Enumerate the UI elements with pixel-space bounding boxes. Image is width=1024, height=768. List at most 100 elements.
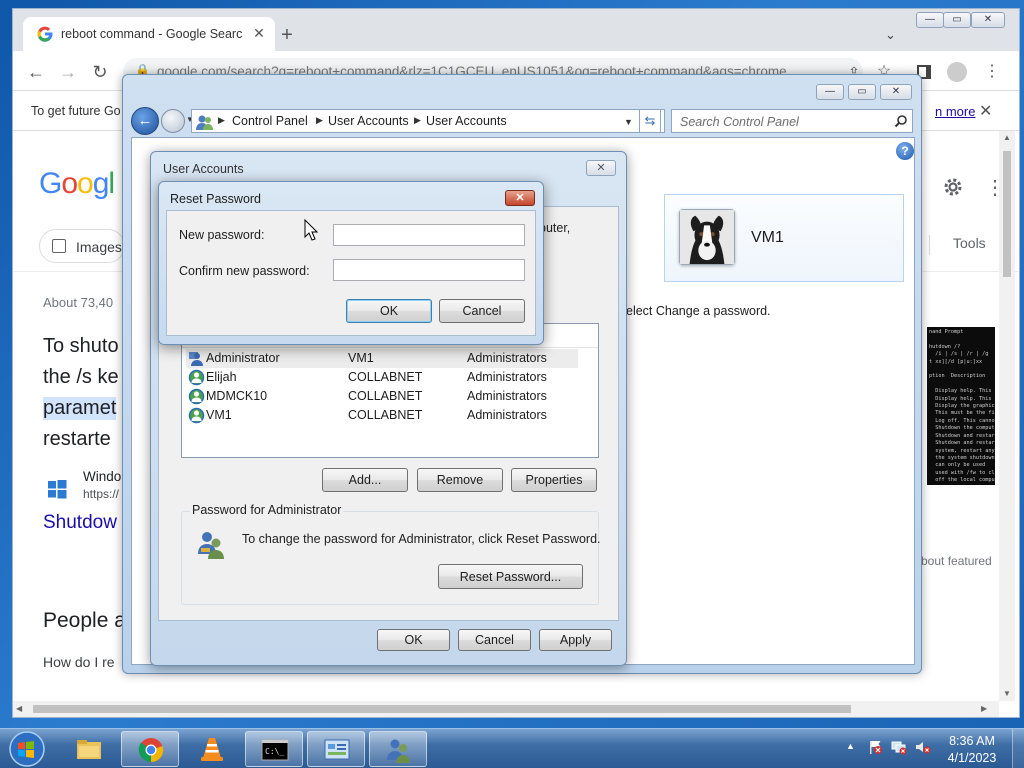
add-user-button[interactable]: Add... (322, 468, 408, 492)
show-desktop-button[interactable] (1012, 729, 1024, 768)
breadcrumb-user-accounts[interactable]: User Accounts (328, 114, 409, 128)
tools-button[interactable]: Tools (953, 235, 986, 251)
browser-tab[interactable]: reboot command - Google Searc ✕ (23, 17, 275, 51)
table-row[interactable]: VM1 COLLABNET Administrators (186, 406, 578, 425)
chrome-menu-icon[interactable]: ⋮ (981, 61, 1003, 83)
ua-cancel-button[interactable]: Cancel (458, 629, 531, 651)
table-row[interactable]: MDMCK10 COLLABNET Administrators (186, 387, 578, 406)
scroll-right-arrow-icon[interactable]: ▶ (981, 704, 987, 713)
ua-close-button[interactable]: ✕ (586, 160, 616, 176)
infobar-learn-more-link[interactable]: n more (935, 104, 975, 119)
cp-close-button[interactable]: ✕ (880, 84, 912, 100)
images-chip-label: Images (76, 239, 122, 255)
domain-cell: COLLABNET (348, 408, 423, 422)
table-row[interactable]: Elijah COLLABNET Administrators (186, 368, 578, 387)
taskbar-control-panel[interactable] (307, 731, 365, 767)
user-name-cell: Administrator (206, 351, 280, 365)
reset-password-button[interactable]: Reset Password... (438, 564, 583, 589)
profile-avatar-icon[interactable] (947, 62, 967, 82)
taskbar-vlc[interactable] (183, 731, 241, 767)
command-prompt-thumbnail-text: nand Prompt hutdown /? /i | /s | /r | /g… (929, 329, 995, 485)
forward-button-icon[interactable] (161, 109, 185, 133)
ua-ok-button[interactable]: OK (377, 629, 450, 651)
question-item[interactable]: How do I re (43, 654, 115, 670)
help-icon[interactable]: ? (896, 142, 914, 160)
forward-arrow-icon[interactable]: → (57, 61, 79, 83)
rp-cancel-button[interactable]: Cancel (439, 299, 525, 323)
address-dropdown-icon[interactable]: ▼ (624, 117, 633, 127)
vertical-scrollbar[interactable]: ▲ ▼ (999, 131, 1015, 701)
search-icon[interactable] (894, 114, 908, 128)
taskbar-explorer[interactable] (60, 731, 118, 767)
scroll-up-arrow-icon[interactable]: ▲ (1003, 133, 1011, 142)
taskbar-chrome[interactable] (121, 731, 179, 767)
tab-search-chevron-icon[interactable]: ⌄ (885, 27, 901, 43)
table-row[interactable]: Administrator VM1 Administrators (186, 349, 578, 368)
breadcrumb-separator-icon[interactable]: ▶ (218, 115, 225, 126)
breadcrumb-control-panel[interactable]: Control Panel (232, 114, 308, 128)
result-title-link[interactable]: Shutdow (43, 512, 117, 534)
rp-panel: New password: Confirm new password: OK C… (166, 210, 536, 336)
breadcrumb-user-accounts-current[interactable]: User Accounts (426, 114, 507, 128)
chrome-close-button[interactable]: ✕ (971, 12, 1005, 28)
cp-search-box[interactable]: Search Control Panel (671, 109, 913, 133)
cp-minimize-button[interactable]: — (816, 84, 844, 100)
tab-strip: reboot command - Google Searc ✕ + ⌄ — ▭ … (13, 9, 1019, 51)
back-button-icon[interactable]: ← (131, 107, 159, 135)
scroll-down-arrow-icon[interactable]: ▼ (1003, 689, 1011, 698)
taskbar: C:\_ ▲ 8:36 AM 4/1/2023 (0, 728, 1024, 768)
user-password-icon (196, 528, 228, 560)
ua-apply-button[interactable]: Apply (539, 629, 612, 651)
breadcrumb-separator-icon[interactable]: ▶ (316, 115, 323, 126)
command-prompt-thumbnail[interactable]: nand Prompt hutdown /? /i | /s | /r | /g… (927, 327, 995, 485)
vertical-scroll-thumb[interactable] (1003, 151, 1011, 277)
google-logo[interactable]: Googl (39, 167, 115, 201)
action-center-flag-icon[interactable] (867, 739, 883, 755)
breadcrumb-separator-icon[interactable]: ▶ (414, 115, 421, 126)
settings-gear-icon[interactable] (941, 175, 965, 199)
taskbar-command-prompt[interactable]: C:\_ (245, 731, 303, 767)
images-filter-chip[interactable]: Images (39, 229, 125, 263)
domain-cell: COLLABNET (348, 389, 423, 403)
horizontal-scroll-thumb[interactable] (33, 705, 851, 713)
cp-navigation-bar: ← ▼ ▶ Control Panel ▶ User Accounts ▶ Us… (131, 105, 915, 135)
chrome-minimize-button[interactable]: — (916, 12, 944, 28)
cp-address-bar[interactable]: ▶ Control Panel ▶ User Accounts ▶ User A… (191, 109, 665, 133)
about-featured-snippets-link[interactable]: bout featured (921, 554, 992, 568)
chrome-maximize-button[interactable]: ▭ (943, 12, 971, 28)
user-name-cell: MDMCK10 (206, 389, 268, 403)
clock-time[interactable]: 8:36 AM (945, 734, 999, 748)
horizontal-scrollbar[interactable]: ◀ ▶ (13, 701, 999, 717)
tab-close-icon[interactable]: ✕ (250, 24, 268, 42)
confirm-password-field[interactable] (333, 259, 525, 281)
refresh-icon[interactable]: ⇆ (639, 109, 661, 133)
infobar-close-icon[interactable]: ✕ (979, 101, 992, 121)
new-password-field[interactable] (333, 224, 525, 246)
clock-date[interactable]: 4/1/2023 (945, 751, 999, 765)
svg-text:C:\_: C:\_ (265, 747, 284, 756)
volume-muted-icon[interactable] (915, 739, 931, 755)
user-picture-dog-icon[interactable] (679, 209, 735, 265)
start-button[interactable] (4, 730, 50, 768)
new-tab-button[interactable]: + (277, 25, 297, 45)
reload-icon[interactable]: ↻ (89, 61, 111, 83)
back-arrow-icon[interactable]: ← (25, 61, 47, 83)
cp-maximize-button[interactable]: ▭ (848, 84, 876, 100)
rp-close-button[interactable]: ✕ (505, 190, 535, 206)
show-hidden-icons-arrow-icon[interactable]: ▲ (846, 741, 855, 751)
vlc-icon (198, 735, 226, 763)
user-accounts-icon (385, 736, 413, 764)
group-cell: Administrators (467, 351, 547, 365)
network-icon[interactable] (891, 739, 907, 755)
infobar-message: To get future Go (31, 104, 121, 118)
google-favicon-icon (37, 26, 53, 42)
properties-button[interactable]: Properties (511, 468, 597, 492)
results-count: About 73,40 (43, 295, 114, 310)
remove-user-button[interactable]: Remove (417, 468, 503, 492)
result-site-url[interactable]: https:// (83, 487, 119, 501)
user-name-cell: Elijah (206, 370, 237, 384)
password-groupbox: Password for Administrator To change the… (181, 503, 601, 605)
rp-ok-button[interactable]: OK (346, 299, 432, 323)
scroll-left-arrow-icon[interactable]: ◀ (16, 704, 22, 713)
taskbar-user-accounts[interactable] (369, 731, 427, 767)
